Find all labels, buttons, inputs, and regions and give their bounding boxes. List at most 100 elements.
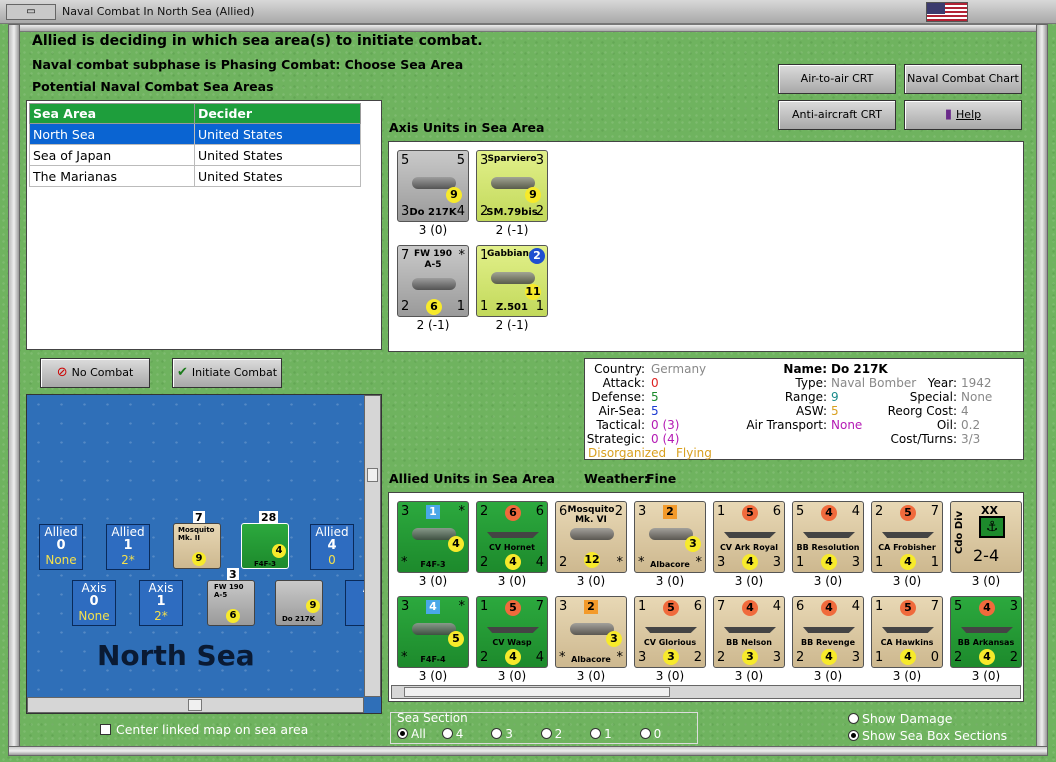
attack-value: 0 [651,376,659,390]
table-row[interactable]: Sea of Japan United States [29,144,362,166]
scroll-thumb[interactable] [367,468,378,482]
axis-box-1[interactable]: Axis 1 2* [139,580,183,626]
radio-all[interactable]: All [397,727,426,741]
unit-counter[interactable]: 6 4 4 4 2 3 BB Revenge [792,596,864,668]
unit-counter-z501[interactable]: 1 Gabbiano 2 11 1 Z.501 1 [476,245,548,317]
unit-counter[interactable]: 1 7 5 4 1 0 CA Hawkins [871,596,943,668]
counter-br: 4 [456,204,465,219]
allied-box-0[interactable]: Allied 0 None [39,524,83,570]
unit-counter[interactable]: 5 4 4 4 1 3 BB Resolution [792,501,864,573]
counter-br: 4 [535,650,544,665]
unit-counter[interactable]: 62MosquitoMk. VI122*Mosquito [555,501,627,573]
map-counter-f4f3[interactable]: 4 F4F-3 [241,523,289,569]
box-num: 4 [327,538,337,553]
unit-counter-sm79bis[interactable]: 3 Sparviero 3 9 2 SM.79bis 2 [476,150,548,222]
unit-counter-fw190[interactable]: 7 FW 190 A-5 * 2 6 1 [397,245,469,317]
counter-circle-orange: 4 [821,600,837,616]
box-sub: 2* [154,609,168,623]
unit-info-panel: Country: Germany Attack: 0 Defense: 5 Ai… [584,358,1024,460]
counter-circle-orange: 4 [821,505,837,521]
weather-value: Fine [646,471,677,486]
map-horizontal-scrollbar[interactable] [27,697,364,713]
counter-tl: 5 [954,599,963,614]
radio-label: 3 [505,727,513,741]
initiate-combat-button[interactable]: ✔ Initiate Combat [172,358,282,388]
radio-dot[interactable] [848,713,859,724]
box-sub: 2* [121,553,135,567]
sea-section-group: Sea Section All 4 3 2 1 0 [390,711,698,744]
unit-counter[interactable]: 3 2 3 * * Albacore [634,501,706,573]
unit-counter[interactable]: 7 4 4 3 2 3 BB Nelson [713,596,785,668]
sea-area-list[interactable]: Sea Area Decider North Sea United States … [26,100,382,350]
unit-counter[interactable]: XX ⚓ Cdo Div 2-4 [950,501,1022,573]
unit-counter[interactable]: 3 * 1 4 * F4F-3 [397,501,469,573]
unit-counter[interactable]: 2 7 5 4 1 1 CA Frobisher [871,501,943,573]
unit-counter-do217k[interactable]: 5 5 9 3 Do 217K 4 [397,150,469,222]
radio-dot[interactable] [639,728,651,739]
help-button[interactable]: ▮ Help [904,100,1022,130]
table-row[interactable]: The Marianas United States [29,165,362,187]
air-to-air-crt-button[interactable]: Air-to-air CRT [778,64,896,94]
scroll-thumb[interactable] [404,687,670,697]
radio-0[interactable]: 0 [639,727,662,741]
radio-1[interactable]: 1 [590,727,612,741]
counter-sublabel: 2 (-1) [495,318,529,332]
defense-label: Defense: [591,390,645,404]
show-sea-box-option[interactable]: Show Sea Box Sections [848,728,1007,743]
counter-badge: 4 [426,600,440,614]
unit-counter[interactable]: 5 3 4 4 2 2 BB Arkansas [950,596,1022,668]
counter-circle-orange: 5 [742,505,758,521]
counter-circle: 4 [505,554,521,570]
radio-dot[interactable] [848,730,859,741]
counter-circle: 9 [306,599,320,613]
allied-box-1[interactable]: Allied 1 2* [106,524,150,570]
naval-combat-chart-button[interactable]: Naval Combat Chart [904,64,1022,94]
radio-dot[interactable] [491,728,503,739]
radio-4[interactable]: 4 [441,727,463,741]
allied-box-4[interactable]: Allied 4 0 [310,524,354,570]
axis-box-0[interactable]: Axis 0 None [72,580,116,626]
radio-dot[interactable] [540,728,552,739]
radio-2[interactable]: 2 [540,727,562,741]
map-counter-do217k[interactable]: 9 Do 217K [275,580,323,626]
checkbox-box[interactable] [100,724,111,735]
unit-counter[interactable]: 3 * 4 5 * F4F-4 [397,596,469,668]
unit-counter[interactable]: 3 2 3 * * Albacore [555,596,627,668]
radio-dot[interactable] [441,728,453,739]
frame-right [1036,24,1048,754]
counter-circle: 11 [525,284,541,300]
no-combat-button[interactable]: ⊘ No Combat [40,358,150,388]
counter-sublabel: 3 (0) [892,574,922,588]
system-menu-button[interactable]: ▭ [6,4,56,20]
center-map-checkbox[interactable]: Center linked map on sea area [100,722,308,737]
radio-dot[interactable] [397,728,408,739]
map-counter-fw190[interactable]: FW 190 A-5 6 [207,580,255,626]
unit-counter[interactable]: 1 7 5 4 2 4 CV Wasp [476,596,548,668]
radio-3[interactable]: 3 [491,727,513,741]
col-sea-area[interactable]: Sea Area [29,103,195,124]
map-counter-mosquito[interactable]: Mosquito Mk. II 9 [173,523,221,569]
anti-aircraft-crt-button[interactable]: Anti-aircraft CRT [778,100,896,130]
radio-dot[interactable] [590,728,602,739]
show-damage-option[interactable]: Show Damage [848,711,952,726]
box-num: 0 [89,594,99,609]
counter-sublabel: 2 (-1) [416,318,450,332]
counter-bl: 2 [401,299,410,314]
year-label: Year: [927,376,957,390]
map-vertical-scrollbar[interactable] [364,395,381,697]
asw-label: ASW: [795,404,827,418]
scroll-thumb[interactable] [188,699,202,711]
unit-counter[interactable]: 2 6 6 4 2 4 CV Hornet [476,501,548,573]
counter-tl: 6 [796,599,805,614]
table-row[interactable]: North Sea United States [29,123,362,145]
unit-counter[interactable]: 1 6 5 3 3 2 CV Glorious [634,596,706,668]
counter-sublabel: 3 (0) [497,669,527,683]
col-decider[interactable]: Decider [193,103,362,124]
ship-icon [803,532,855,538]
allied-horizontal-scrollbar[interactable] [391,685,1021,699]
radio-label: 0 [653,727,662,741]
sea-area-map[interactable]: Allied 0 None Allied 1 2* Allied 4 0 Axi… [26,394,382,714]
unit-counter[interactable]: 1 6 5 4 3 3 CV Ark Royal [713,501,785,573]
counter-tr: 6 [535,504,544,519]
counter-circle-orange: 5 [505,600,521,616]
